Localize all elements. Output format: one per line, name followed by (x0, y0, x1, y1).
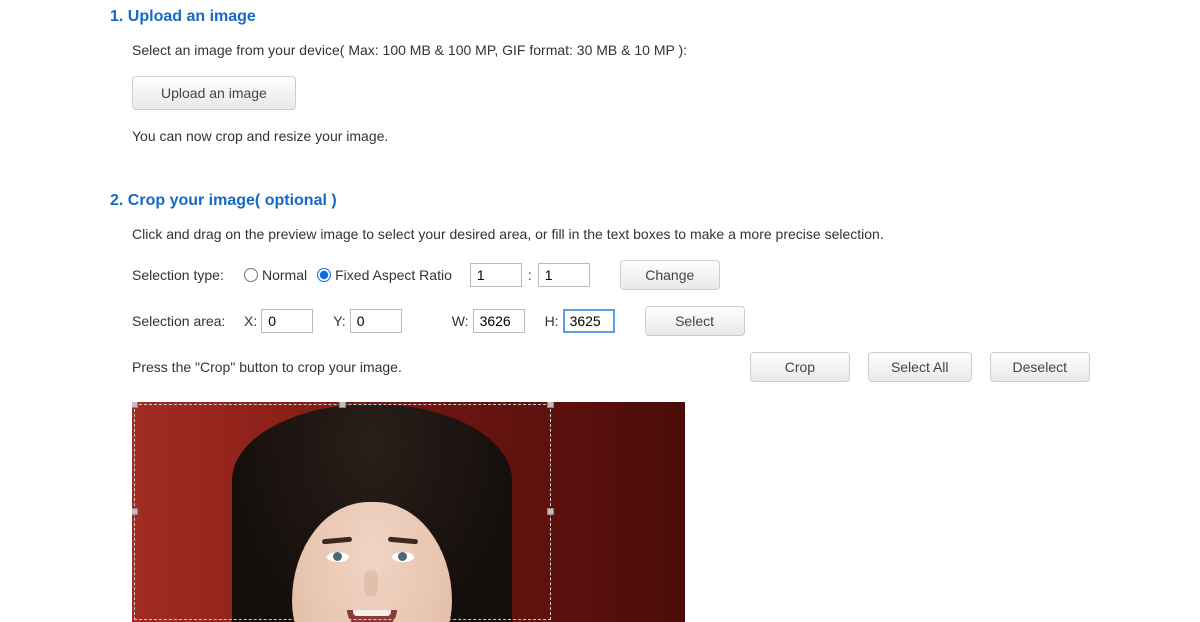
w-input[interactable] (473, 309, 525, 333)
section-1-heading: 1. Upload an image (110, 8, 1090, 26)
y-input[interactable] (350, 309, 402, 333)
selection-area-row: Selection area: X: Y: W: H: Select (110, 306, 1090, 336)
select-button[interactable]: Select (645, 306, 745, 336)
crop-button[interactable]: Crop (750, 352, 850, 382)
selection-type-row: Selection type: Normal Fixed Aspect Rati… (110, 260, 1090, 290)
crop-handle-e[interactable] (547, 508, 554, 515)
x-input[interactable] (261, 309, 313, 333)
radio-normal[interactable] (244, 268, 258, 282)
crop-selection-box[interactable] (134, 404, 551, 620)
radio-normal-label[interactable]: Normal (244, 267, 307, 283)
upload-image-button[interactable]: Upload an image (132, 76, 296, 110)
radio-fixed[interactable] (317, 268, 331, 282)
crop-handle-n[interactable] (339, 402, 346, 408)
change-button[interactable]: Change (620, 260, 720, 290)
selection-type-label: Selection type: (132, 267, 232, 283)
radio-fixed-label[interactable]: Fixed Aspect Ratio (317, 267, 452, 283)
upload-instruction: Select an image from your device( Max: 1… (110, 42, 1090, 58)
w-label: W: (452, 313, 469, 329)
select-all-button[interactable]: Select All (868, 352, 972, 382)
aspect-separator: : (528, 267, 532, 283)
crop-instruction: Click and drag on the preview image to s… (110, 226, 1090, 242)
crop-handle-w[interactable] (132, 508, 138, 515)
crop-hint: Press the "Crop" button to crop your ima… (132, 359, 402, 375)
crop-handle-ne[interactable] (547, 402, 554, 408)
x-label: X: (244, 313, 257, 329)
image-preview[interactable] (132, 402, 685, 622)
crop-action-row: Press the "Crop" button to crop your ima… (110, 352, 1090, 382)
y-label: Y: (333, 313, 345, 329)
crop-handle-nw[interactable] (132, 402, 138, 408)
section-2-heading: 2. Crop your image( optional ) (110, 192, 1090, 210)
deselect-button[interactable]: Deselect (990, 352, 1090, 382)
selection-area-label: Selection area: (132, 313, 232, 329)
h-input[interactable] (563, 309, 615, 333)
aspect-height-input[interactable] (538, 263, 590, 287)
h-label: H: (545, 313, 559, 329)
radio-normal-text: Normal (262, 267, 307, 283)
aspect-width-input[interactable] (470, 263, 522, 287)
radio-fixed-text: Fixed Aspect Ratio (335, 267, 452, 283)
upload-status-text: You can now crop and resize your image. (110, 128, 1090, 144)
